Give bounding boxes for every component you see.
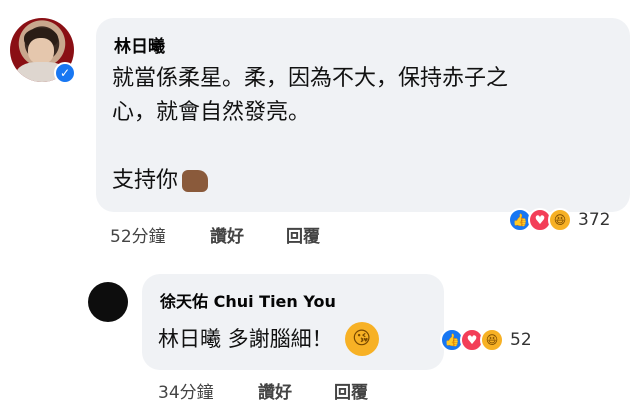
reply-reaction-summary[interactable]: 👍 ♥ 😆 52 [440, 328, 532, 352]
reply-text-content: 林日曦 多謝腦細！ [158, 327, 333, 351]
reply-button[interactable]: 回覆 [286, 222, 320, 247]
haha-reaction-icon: 😆 [480, 328, 504, 352]
reply-author-avatar[interactable] [88, 282, 128, 322]
like-button[interactable]: 讚好 [210, 222, 244, 247]
haha-reaction-icon: 😆 [548, 208, 572, 232]
verified-badge-icon: ✓ [54, 62, 76, 84]
comment-text-line-3-text: 支持你 [112, 168, 179, 193]
comment-text-line-2: 心，就會自然發亮。 [112, 100, 311, 125]
reaction-summary[interactable]: 👍 ♥ 😆 372 [508, 208, 610, 232]
comment-bubble: 林日曦 就當係柔星。柔，因為不大，保持赤子之 心，就會自然發亮。 支持你 [96, 18, 630, 212]
comment-timestamp[interactable]: 52分鐘 [110, 222, 166, 247]
reaction-count: 372 [578, 210, 611, 230]
comment-text-line-1: 就當係柔星。柔，因為不大，保持赤子之 [112, 66, 509, 91]
reply-like-button[interactable]: 讚好 [258, 378, 292, 403]
reply-author-name[interactable]: 徐天佑 Chui Tien You [160, 288, 336, 312]
reply-bubble: 徐天佑 Chui Tien You 林日曦 多謝腦細！ 😘 [142, 274, 444, 370]
comment-author-name[interactable]: 林日曦 [114, 32, 165, 57]
reply-reaction-count: 52 [510, 330, 532, 350]
kiss-emoji: 😘 [344, 322, 379, 356]
comment-text-line-3: 支持你 [112, 164, 209, 198]
reply-timestamp[interactable]: 34分鐘 [158, 378, 214, 403]
thumbs-up-emoji [182, 170, 209, 192]
reply-reply-button[interactable]: 回覆 [334, 378, 368, 403]
reply-text: 林日曦 多謝腦細！ 😘 [158, 322, 379, 356]
